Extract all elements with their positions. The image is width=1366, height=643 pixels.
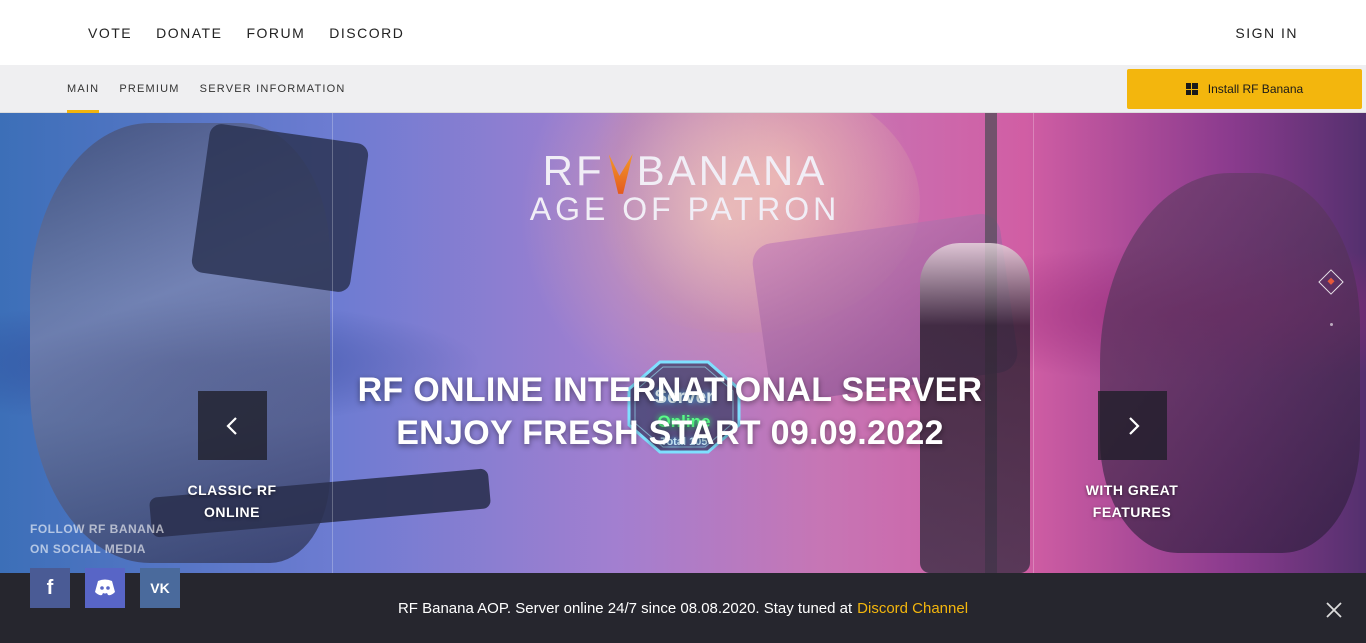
close-icon[interactable]: [1325, 601, 1343, 619]
install-button[interactable]: Install RF Banana: [1127, 69, 1362, 109]
social-links: f VK: [30, 568, 180, 608]
slider-next-button[interactable]: [1098, 391, 1167, 460]
chevron-left-icon: [225, 416, 237, 435]
nav-vote[interactable]: VOTE: [88, 25, 132, 41]
right-caption-line-1: WITH GREAT: [1085, 482, 1179, 498]
tab-server-information[interactable]: SERVER INFORMATION: [200, 65, 346, 113]
headline-line-1: RF ONLINE INTERNATIONAL SERVER: [357, 371, 983, 409]
logo-banana: BANANA: [636, 147, 828, 194]
slide-dot[interactable]: [1330, 323, 1333, 326]
nav-discord[interactable]: DISCORD: [329, 25, 404, 41]
headline-line-2: ENJOY FRESH START 09.09.2022: [396, 414, 944, 452]
divider-line-left: [332, 113, 333, 573]
logo-rf: RF: [542, 147, 605, 194]
sub-nav-tabs: MAIN PREMIUM SERVER INFORMATION: [67, 65, 366, 113]
follow-line-2: ON SOCIAL MEDIA: [30, 542, 146, 556]
discord-icon[interactable]: [85, 568, 125, 608]
facebook-icon[interactable]: f: [30, 568, 70, 608]
right-caption-line-2: FEATURES: [1092, 504, 1172, 520]
vk-icon[interactable]: VK: [140, 568, 180, 608]
left-caption-line-1: CLASSIC RF: [187, 482, 277, 498]
follow-social-text: FOLLOW RF BANANA ON SOCIAL MEDIA: [30, 519, 165, 559]
top-navigation: VOTE DONATE FORUM DISCORD SIGN IN: [0, 0, 1366, 65]
announcement-text: RF Banana AOP. Server online 24/7 since …: [397, 599, 853, 617]
install-button-label: Install RF Banana: [1207, 82, 1304, 96]
logo-age: AGE: [529, 191, 610, 227]
left-caption-line-2: ONLINE: [204, 504, 260, 520]
announcement-message: RF Banana AOP. Server online 24/7 since …: [0, 573, 1366, 643]
announcement-banner: RF Banana AOP. Server online 24/7 since …: [0, 573, 1366, 643]
chevron-right-icon: [1128, 416, 1140, 435]
slider-prev-button[interactable]: [198, 391, 267, 460]
tab-main[interactable]: MAIN: [67, 65, 100, 113]
sign-in-link[interactable]: SIGN IN: [1235, 0, 1298, 65]
game-logo: RF BANANA AGE OF PATRON: [500, 147, 870, 228]
divider-line-right: [1033, 113, 1034, 573]
tab-premium[interactable]: PREMIUM: [119, 65, 179, 113]
nav-forum[interactable]: FORUM: [246, 25, 305, 41]
logo-of-patron: OF PATRON: [622, 191, 841, 227]
follow-line-1: FOLLOW RF BANANA: [30, 522, 165, 536]
nav-donate[interactable]: DONATE: [156, 25, 222, 41]
windows-icon: [1185, 83, 1198, 95]
top-nav-links: VOTE DONATE FORUM DISCORD: [88, 0, 428, 65]
discord-channel-link[interactable]: Discord Channel: [857, 600, 968, 617]
hero-slider: RF BANANA AGE OF PATRON Server Online Tot…: [0, 113, 1366, 573]
logo-mark-icon: [608, 153, 633, 194]
mech-cannon-artwork: [190, 122, 370, 294]
hero-headline: RF ONLINE INTERNATIONAL SERVER ENJOY FRE…: [340, 369, 1000, 455]
left-slide-caption[interactable]: CLASSIC RF ONLINE: [162, 479, 302, 523]
right-slide-caption[interactable]: WITH GREAT FEATURES: [1062, 479, 1202, 523]
